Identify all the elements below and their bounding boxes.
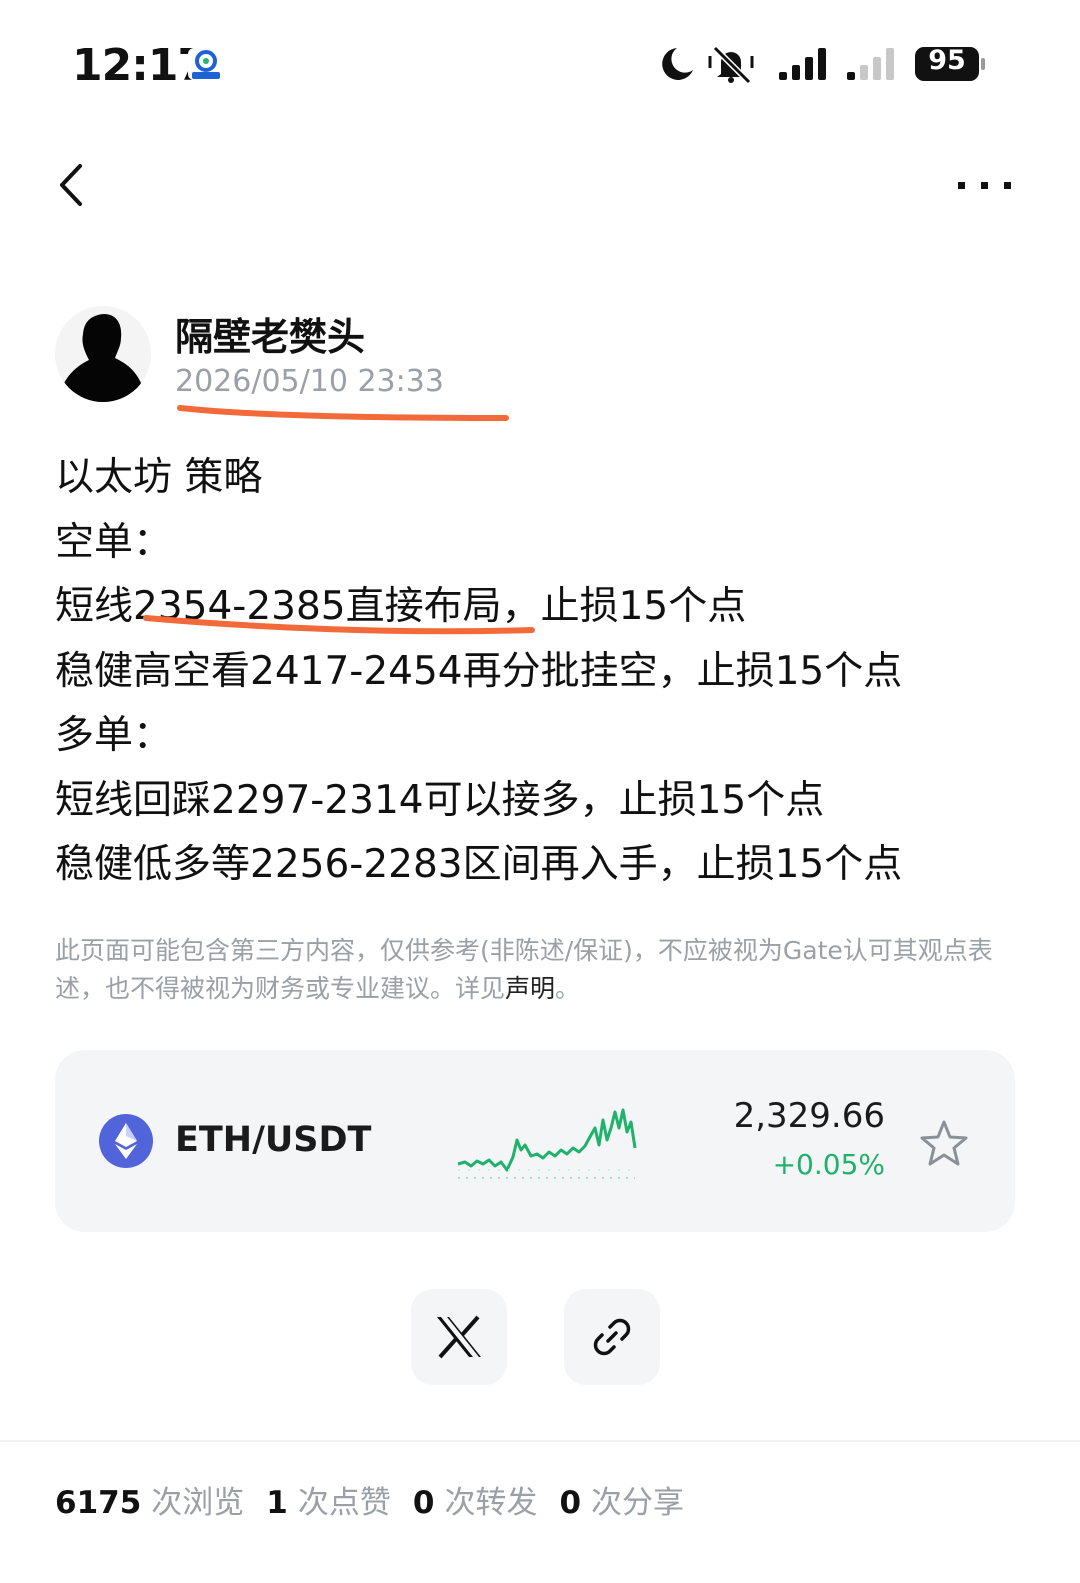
more-button[interactable] [950, 168, 1020, 198]
likes-count: 1 [266, 1485, 288, 1521]
app-badge-icon [186, 46, 226, 82]
post-stats: 6175 次浏览 1 次点赞 0 次转发 0 次分享 [55, 1477, 706, 1522]
divider [0, 1440, 1080, 1442]
post-line: 空单： [55, 519, 173, 565]
bell-muted-icon [708, 45, 754, 85]
reposts-count: 0 [412, 1485, 435, 1521]
post-body: 以太坊 策略 空单： 短线2354-2385直接布局，止损15个点 稳健高空看2… [55, 446, 1045, 898]
ethereum-icon [98, 1113, 154, 1169]
battery-level: 95 [928, 45, 966, 76]
post-timestamp: 2026/05/10 23:33 [175, 364, 444, 399]
price-sparkline [455, 1100, 640, 1185]
post-line: 短线回踩2297-2314可以接多，止损15个点 [55, 777, 825, 823]
shares-count: 0 [559, 1485, 582, 1521]
reposts-label: 次转发 [444, 1485, 538, 1521]
views-label: 次浏览 [151, 1485, 245, 1521]
views-count: 6175 [55, 1485, 142, 1521]
signal-weak-icon [847, 48, 894, 80]
annotation-underline [143, 615, 535, 635]
annotation-underline [177, 405, 509, 421]
disclaimer: 此页面可能包含第三方内容，仅供参考(非陈述/保证)，不应被视为Gate认可其观点… [55, 932, 1025, 1008]
likes-label: 次点赞 [297, 1485, 391, 1521]
moon-icon [662, 48, 693, 80]
avatar[interactable] [55, 306, 151, 402]
favorite-star-icon[interactable] [918, 1118, 970, 1170]
link-icon [593, 1318, 631, 1356]
post-line: 多单： [55, 713, 173, 758]
ticker-change: +0.05% [772, 1148, 885, 1181]
back-button[interactable] [52, 160, 102, 210]
disclaimer-link[interactable]: 声明 [505, 974, 555, 1003]
ticker-price: 2,329.66 [733, 1096, 885, 1136]
signal-icon [779, 48, 826, 80]
x-icon [437, 1315, 481, 1359]
more-horizontal-icon [958, 182, 1011, 189]
post-line: 稳健高空看2417-2454再分批挂空，止损15个点 [55, 648, 903, 694]
copy-link-button[interactable] [564, 1289, 660, 1385]
shares-label: 次分享 [591, 1485, 685, 1521]
author-name[interactable]: 隔壁老樊头 [175, 306, 365, 361]
post-line: 以太坊 策略 [55, 455, 263, 500]
post-line: 稳健低多等2256-2283区间再入手，止损15个点 [55, 842, 903, 887]
disclaimer-end: 。 [555, 974, 581, 1003]
share-x-button[interactable] [411, 1289, 507, 1385]
ticker-pair: ETH/USDT [175, 1120, 372, 1160]
chevron-left-icon [60, 164, 82, 206]
